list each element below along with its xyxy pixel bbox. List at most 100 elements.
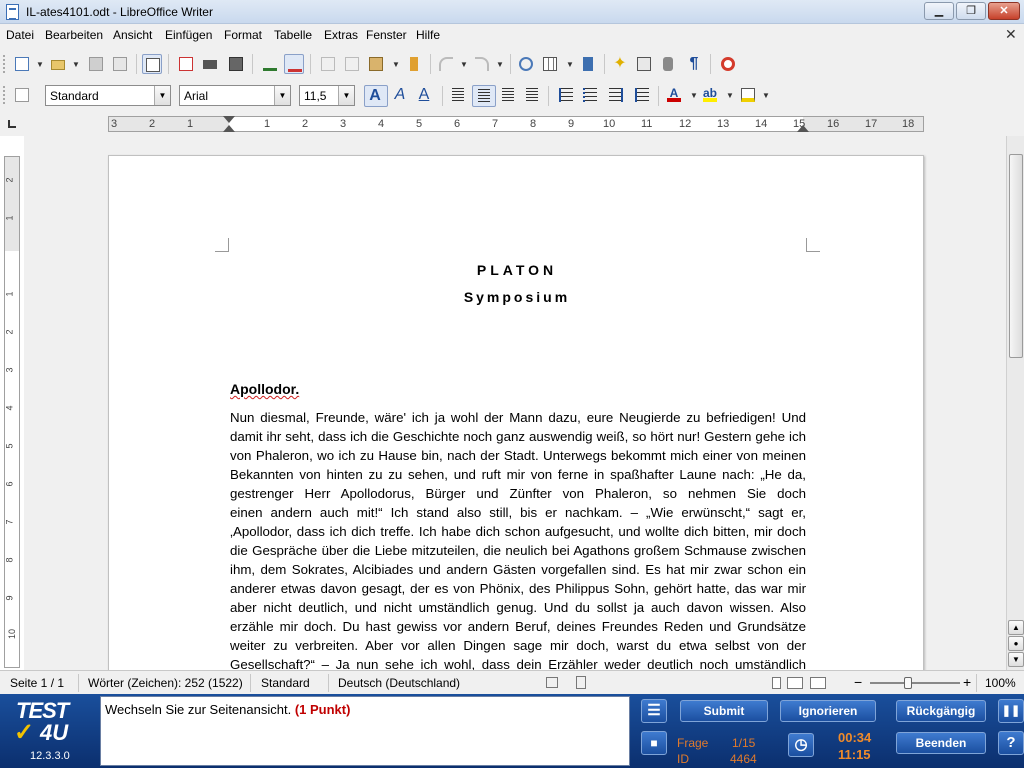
clone-formatting-icon[interactable] xyxy=(404,54,424,74)
print-preview-icon[interactable] xyxy=(226,54,246,74)
save-icon[interactable] xyxy=(86,54,106,74)
undo-button[interactable]: Rückgängig xyxy=(896,700,986,722)
page-indicator[interactable]: Seite 1 / 1 xyxy=(10,676,64,690)
menu-fenster[interactable]: Fenster xyxy=(366,28,407,42)
increase-indent-icon[interactable] xyxy=(632,85,652,105)
menu-tabelle[interactable]: Tabelle xyxy=(274,28,312,42)
italic-icon[interactable]: A xyxy=(390,85,410,105)
email-icon[interactable] xyxy=(110,54,130,74)
document-title[interactable]: PLATON xyxy=(109,262,925,278)
export-pdf-icon[interactable] xyxy=(176,54,196,74)
font-color-icon[interactable]: A xyxy=(664,85,684,105)
menu-datei[interactable]: Datei xyxy=(6,28,34,42)
undo-icon[interactable] xyxy=(436,54,456,74)
page-style[interactable]: Standard xyxy=(261,676,310,690)
insert-mode-icon[interactable] xyxy=(546,677,558,688)
pause-icon[interactable]: ❚❚ xyxy=(998,699,1024,723)
bullets-icon[interactable] xyxy=(580,85,600,105)
paste-dropdown-icon[interactable]: ▼ xyxy=(392,60,400,69)
gallery-icon[interactable] xyxy=(634,54,654,74)
font-color-dropdown-icon[interactable]: ▼ xyxy=(690,91,698,100)
vertical-ruler[interactable]: 2 1 1 2 3 4 5 6 7 8 9 10 xyxy=(4,156,20,668)
camera-icon[interactable]: ■ xyxy=(641,731,667,755)
document-subtitle[interactable]: Symposium xyxy=(109,289,925,305)
menu-ansicht[interactable]: Ansicht xyxy=(113,28,152,42)
decrease-indent-icon[interactable] xyxy=(606,85,626,105)
align-center-icon[interactable] xyxy=(472,85,496,107)
background-dropdown-icon[interactable]: ▼ xyxy=(762,91,770,100)
menu-extras[interactable]: Extras xyxy=(324,28,358,42)
paragraph-style-combo[interactable]: Standard ▼ xyxy=(45,85,171,106)
new-document-icon[interactable] xyxy=(12,54,32,74)
highlight-dropdown-icon[interactable]: ▼ xyxy=(726,91,734,100)
left-indent-marker[interactable] xyxy=(223,125,235,132)
toolbar-grip[interactable] xyxy=(3,86,9,104)
vertical-scrollbar[interactable]: ▲ ● ▼ xyxy=(1006,136,1024,670)
hyperlink-icon[interactable] xyxy=(516,54,536,74)
speaker-heading[interactable]: Apollodor. xyxy=(230,381,299,397)
help-lifebuoy-icon[interactable] xyxy=(718,54,738,74)
document-modified-icon[interactable] xyxy=(576,676,586,689)
end-button[interactable]: Beenden xyxy=(896,732,986,754)
zoom-slider[interactable] xyxy=(870,682,960,684)
previous-page-button[interactable]: ▲ xyxy=(1008,620,1024,635)
undo-dropdown-icon[interactable]: ▼ xyxy=(460,60,468,69)
language[interactable]: Deutsch (Deutschland) xyxy=(338,676,460,690)
spellcheck-icon[interactable] xyxy=(260,54,280,74)
submit-button[interactable]: Submit xyxy=(680,700,768,722)
menu-icon[interactable]: ☰ xyxy=(641,699,667,723)
scrollbar-thumb[interactable] xyxy=(1009,154,1023,358)
book-view-icon[interactable] xyxy=(810,677,826,689)
tab-type-icon[interactable] xyxy=(8,120,16,128)
word-count[interactable]: Wörter (Zeichen): 252 (1522) xyxy=(88,676,243,690)
maximize-button[interactable]: ❐ xyxy=(956,2,986,20)
menu-hilfe[interactable]: Hilfe xyxy=(416,28,440,42)
open-folder-icon[interactable] xyxy=(48,54,68,74)
horizontal-ruler[interactable]: 3 2 1 1 2 3 4 5 6 7 8 9 10 11 12 13 14 1… xyxy=(108,116,924,132)
menu-einfuegen[interactable]: Einfügen xyxy=(165,28,212,42)
toolbar-grip[interactable] xyxy=(3,55,9,73)
zoom-out-button[interactable]: − xyxy=(854,674,862,690)
font-name-combo[interactable]: Arial ▼ xyxy=(179,85,291,106)
table-dropdown-icon[interactable]: ▼ xyxy=(566,60,574,69)
autospellcheck-icon[interactable] xyxy=(284,54,304,74)
chevron-down-icon[interactable]: ▼ xyxy=(338,86,354,105)
zoom-in-button[interactable]: + xyxy=(963,674,971,690)
document-page[interactable]: PLATON Symposium Apollodor. Nun diesmal,… xyxy=(108,155,924,670)
background-color-icon[interactable] xyxy=(738,85,758,105)
paste-icon[interactable] xyxy=(366,54,386,74)
close-window-button[interactable]: ✕ xyxy=(988,2,1020,20)
navigation-button[interactable]: ● xyxy=(1008,636,1024,651)
styles-icon[interactable] xyxy=(12,85,32,105)
new-dropdown-icon[interactable]: ▼ xyxy=(36,60,44,69)
copy-icon[interactable] xyxy=(342,54,362,74)
bold-icon[interactable]: A xyxy=(364,85,388,107)
multi-page-view-icon[interactable] xyxy=(787,677,803,689)
help-icon[interactable]: ? xyxy=(998,731,1024,755)
underline-icon[interactable]: A xyxy=(414,85,434,105)
zoom-slider-handle[interactable] xyxy=(904,677,912,689)
menu-bearbeiten[interactable]: Bearbeiten xyxy=(45,28,103,42)
body-paragraph[interactable]: Nun diesmal, Freunde, wäre' ich ja wohl … xyxy=(230,408,806,670)
table-icon[interactable] xyxy=(540,54,560,74)
right-indent-marker[interactable] xyxy=(797,125,809,132)
print-icon[interactable] xyxy=(200,54,220,74)
data-sources-icon[interactable] xyxy=(658,54,678,74)
align-right-icon[interactable] xyxy=(498,85,518,105)
numbering-icon[interactable] xyxy=(556,85,576,105)
minimize-button[interactable]: ▁ xyxy=(924,2,954,20)
justify-icon[interactable] xyxy=(522,85,542,105)
cut-icon[interactable] xyxy=(318,54,338,74)
chevron-down-icon[interactable]: ▼ xyxy=(274,86,290,105)
next-page-button[interactable]: ▼ xyxy=(1008,652,1024,667)
draw-functions-icon[interactable] xyxy=(578,54,598,74)
chevron-down-icon[interactable]: ▼ xyxy=(154,86,170,105)
ignore-button[interactable]: Ignorieren xyxy=(780,700,876,722)
highlighting-icon[interactable]: ab xyxy=(700,85,720,105)
open-dropdown-icon[interactable]: ▼ xyxy=(72,60,80,69)
navigator-icon[interactable]: ✦ xyxy=(610,54,630,74)
align-left-icon[interactable] xyxy=(448,85,468,105)
first-line-indent-marker[interactable] xyxy=(223,116,235,123)
close-document-button[interactable]: ✕ xyxy=(1005,26,1017,43)
font-size-combo[interactable]: 11,5 ▼ xyxy=(299,85,355,106)
